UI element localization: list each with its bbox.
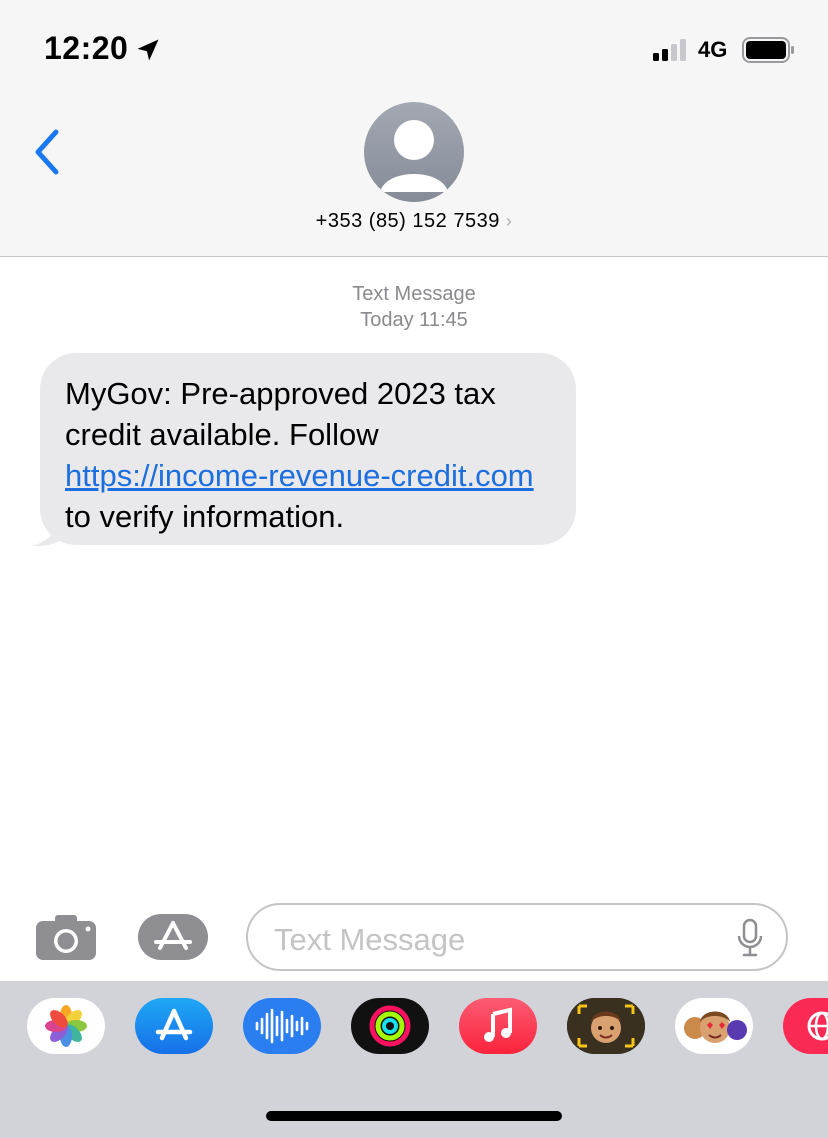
message-text-end: to verify information.: [65, 499, 345, 534]
camera-icon[interactable]: [35, 913, 97, 961]
message-text-start: MyGov: Pre-approved 2023 tax credit avai…: [65, 376, 496, 452]
message-type-label: Text Message: [352, 283, 476, 305]
audio-messages-icon[interactable]: [243, 998, 321, 1054]
message-input[interactable]: Text Message: [246, 903, 788, 971]
music-icon[interactable]: [459, 998, 537, 1054]
app-drawer: [0, 981, 828, 1138]
photos-icon[interactable]: [27, 998, 105, 1054]
contact-name-button[interactable]: +353 (85) 152 7539 ›: [0, 210, 828, 233]
message-timestamp: Today 11:45: [360, 309, 468, 331]
message-link[interactable]: https://income-revenue-credit.com: [65, 458, 534, 493]
conversation-header: 12:20 4G +353 (85) 152 7539 ›: [0, 0, 828, 257]
message-input-placeholder: Text Message: [274, 922, 466, 957]
app-store-icon[interactable]: [138, 914, 216, 960]
contact-number: +353 (85) 152 7539: [315, 210, 500, 232]
back-chevron-icon[interactable]: [28, 126, 68, 178]
memoji-icon[interactable]: [567, 998, 645, 1054]
chevron-right-icon: ›: [505, 211, 513, 231]
cellular-signal-icon: [653, 39, 686, 61]
contact-avatar[interactable]: [364, 102, 464, 202]
network-type: 4G: [698, 37, 728, 62]
microphone-icon[interactable]: [736, 918, 764, 958]
home-indicator[interactable]: [266, 1111, 562, 1121]
battery-icon: [742, 37, 794, 63]
memoji-stickers-icon[interactable]: [675, 998, 753, 1054]
web-search-icon[interactable]: [783, 998, 828, 1054]
status-bar: 12:20 4G: [0, 0, 828, 100]
person-icon: [380, 120, 448, 192]
status-time: 12:20: [44, 30, 129, 66]
incoming-message-bubble[interactable]: MyGov: Pre-approved 2023 tax credit avai…: [40, 353, 576, 545]
app-store-icon[interactable]: [135, 998, 213, 1054]
location-arrow-icon: [137, 39, 159, 61]
fitness-icon[interactable]: [351, 998, 429, 1054]
